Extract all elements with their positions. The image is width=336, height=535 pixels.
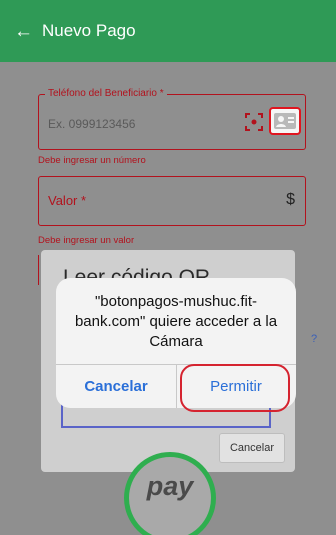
page-title: Nuevo Pago — [42, 21, 136, 40]
value-error-text: Debe ingresar un valor — [38, 235, 135, 246]
phone-field-label: Teléfono del Beneficiario * — [45, 88, 167, 99]
contact-card-icon — [274, 113, 296, 129]
pay-logo-text: pay — [146, 471, 194, 501]
contacts-button[interactable] — [269, 107, 301, 135]
alert-cancel-button[interactable]: Cancelar — [56, 365, 176, 408]
help-mark: ? — [311, 333, 318, 345]
qr-scan-icon[interactable] — [244, 112, 264, 132]
allow-button-highlight — [180, 364, 290, 412]
value-field-label: Valor * — [48, 193, 87, 208]
value-field[interactable]: Valor * $ — [38, 176, 306, 226]
phone-error-text: Debe ingresar un número — [38, 155, 146, 166]
back-arrow-icon[interactable]: ← — [14, 22, 36, 41]
pay-logo: pay — [124, 452, 216, 535]
phone-field[interactable]: Teléfono del Beneficiario * Ex. 09991234… — [38, 88, 306, 150]
phone-field-placeholder: Ex. 0999123456 — [48, 117, 136, 131]
dollar-icon: $ — [286, 191, 295, 208]
app-header: ← Nuevo Pago — [0, 0, 336, 62]
alert-message: "botonpagos-mushuc.fit-bank.com" quiere … — [74, 293, 278, 350]
scanner-cancel-button[interactable]: Cancelar — [219, 433, 285, 463]
